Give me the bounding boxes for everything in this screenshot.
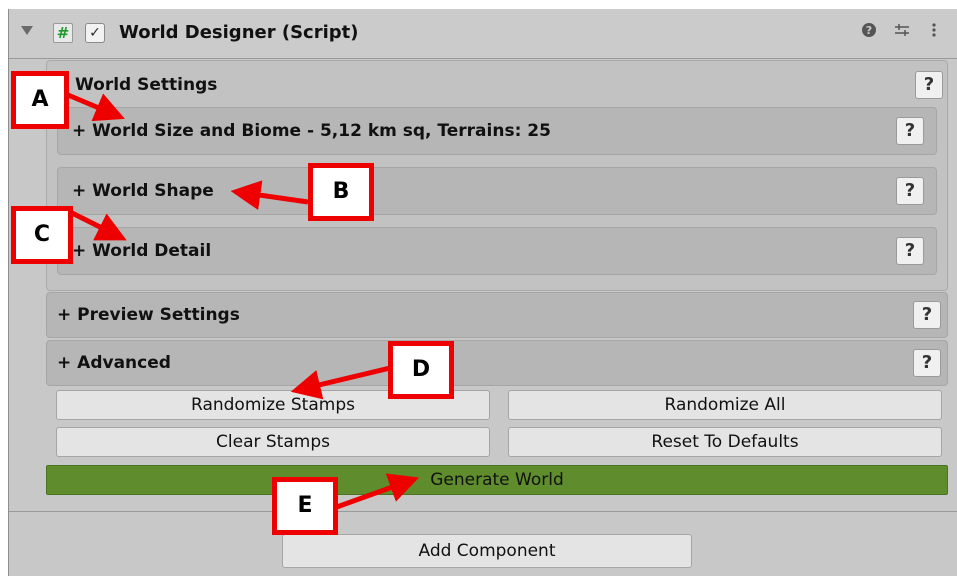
world-settings-help-button[interactable]: ? — [915, 71, 943, 99]
world-shape-label[interactable]: + World Shape — [72, 181, 214, 201]
preview-settings-label[interactable]: + Preview Settings — [57, 305, 240, 325]
foldout-arrow-icon[interactable] — [21, 26, 33, 35]
add-component-button[interactable]: Add Component — [282, 534, 692, 568]
world-size-biome-label[interactable]: + World Size and Biome - 5,12 km sq, Ter… — [72, 121, 551, 141]
context-menu-icon[interactable] — [931, 22, 937, 42]
callout-d: D — [388, 341, 454, 399]
advanced-help-button[interactable]: ? — [913, 349, 941, 377]
world-settings-label[interactable]: World Settings — [75, 75, 217, 95]
enable-checkbox[interactable]: ✓ — [85, 23, 105, 43]
world-settings-group: World Settings ? + World Size and Biome … — [46, 60, 948, 291]
callout-e: E — [272, 477, 338, 535]
help-circle-icon[interactable]: ? — [861, 22, 877, 42]
world-shape-help-button[interactable]: ? — [896, 177, 924, 205]
script-icon: # — [53, 23, 73, 43]
preview-settings-section[interactable]: + Preview Settings ? — [46, 292, 948, 338]
world-size-biome-section[interactable]: + World Size and Biome - 5,12 km sq, Ter… — [57, 107, 937, 155]
advanced-label[interactable]: + Advanced — [57, 353, 171, 373]
component-title: World Designer (Script) — [119, 22, 359, 43]
generate-world-button[interactable]: Generate World — [46, 465, 948, 495]
advanced-section[interactable]: + Advanced ? — [46, 340, 948, 386]
inspector-panel: # ✓ World Designer (Script) ? World Sett… — [8, 9, 957, 576]
add-component-area: Add Component — [9, 511, 957, 576]
callout-c: C — [11, 206, 73, 264]
clear-stamps-button[interactable]: Clear Stamps — [56, 427, 490, 457]
presets-sliders-icon[interactable] — [893, 22, 911, 42]
reset-defaults-button[interactable]: Reset To Defaults — [508, 427, 942, 457]
preview-settings-help-button[interactable]: ? — [913, 301, 941, 329]
randomize-all-button[interactable]: Randomize All — [508, 390, 942, 420]
world-shape-section[interactable]: + World Shape ? — [57, 167, 937, 215]
world-size-help-button[interactable]: ? — [896, 117, 924, 145]
callout-b: B — [308, 163, 374, 221]
callout-a: A — [11, 71, 69, 129]
world-detail-help-button[interactable]: ? — [896, 237, 924, 265]
world-detail-section[interactable]: + World Detail ? — [57, 227, 937, 275]
world-detail-label[interactable]: + World Detail — [72, 241, 211, 261]
component-header[interactable]: # ✓ World Designer (Script) ? — [9, 9, 957, 59]
svg-text:?: ? — [866, 24, 872, 37]
